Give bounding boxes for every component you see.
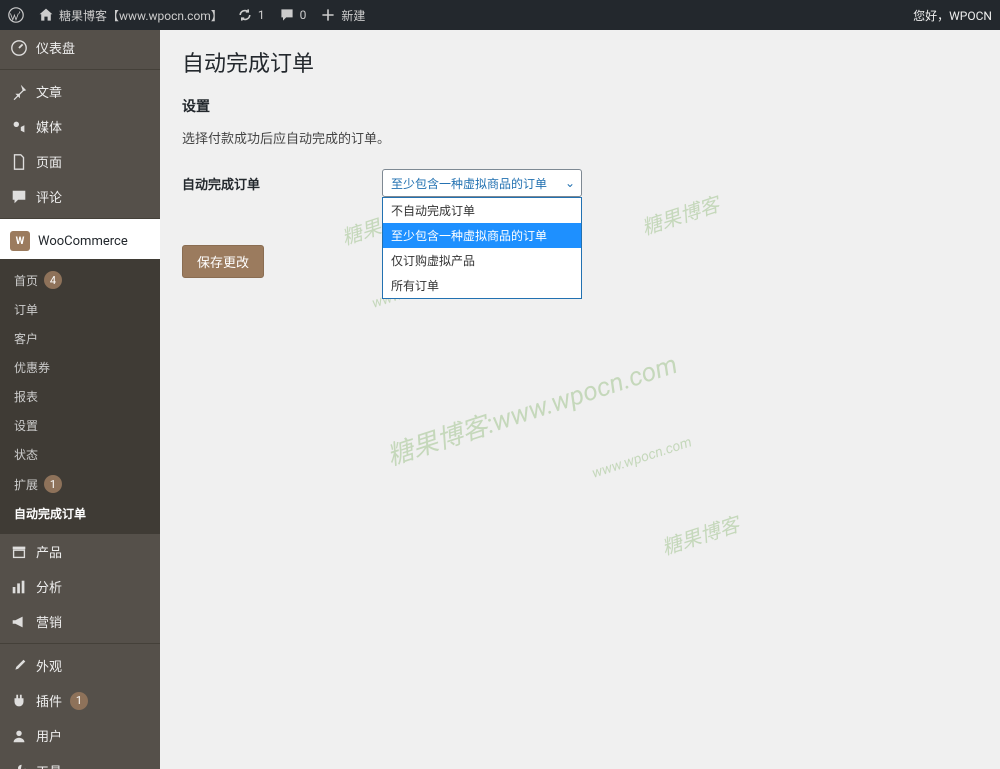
media-icon (10, 118, 28, 136)
plug-icon (10, 692, 28, 710)
comments-count: 0 (300, 8, 307, 22)
submenu-coupons[interactable]: 优惠券 (0, 353, 160, 382)
badge: 1 (70, 692, 88, 710)
watermark: 糖果博客 (657, 508, 742, 560)
menu-label: 插件 (36, 691, 62, 710)
wp-logo[interactable] (8, 7, 24, 23)
option-all[interactable]: 所有订单 (383, 273, 581, 298)
menu-comments[interactable]: 评论 (0, 179, 160, 214)
description: 选择付款成功后应自动完成的订单。 (182, 128, 978, 147)
comment-icon (279, 7, 295, 23)
option-virtual-only[interactable]: 仅订购虚拟产品 (383, 248, 581, 273)
menu-label: 分析 (36, 577, 62, 596)
menu-plugins[interactable]: 插件 1 (0, 683, 160, 718)
menu-woocommerce[interactable]: W WooCommerce (0, 218, 160, 259)
adminbar-left: 糖果博客【www.wpocn.com】 1 0 新建 (8, 7, 365, 24)
select-wrapper: 至少包含一种虚拟商品的订单 ⌄ 不自动完成订单 至少包含一种虚拟商品的订单 仅订… (382, 169, 582, 197)
submenu-home[interactable]: 首页 4 (0, 265, 160, 295)
submenu-customers[interactable]: 客户 (0, 324, 160, 353)
dashboard-icon (10, 39, 28, 57)
menu-pages[interactable]: 页面 (0, 144, 160, 179)
updates-count: 1 (258, 8, 265, 22)
section-title: 设置 (182, 96, 978, 116)
menu-label: 用户 (36, 726, 62, 745)
pin-icon (10, 83, 28, 101)
site-link[interactable]: 糖果博客【www.wpocn.com】 (38, 7, 223, 24)
menu-appearance[interactable]: 外观 (0, 643, 160, 683)
menu-users[interactable]: 用户 (0, 718, 160, 753)
menu-label: 产品 (36, 542, 62, 561)
page-title: 自动完成订单 (182, 46, 978, 78)
main-content: 自动完成订单 设置 选择付款成功后应自动完成的订单。 自动完成订单 至少包含一种… (160, 30, 1000, 769)
woocommerce-submenu: 首页 4 订单 客户 优惠券 报表 设置 状态 扩展 1 自动完成订单 (0, 259, 160, 534)
submenu-settings[interactable]: 设置 (0, 411, 160, 440)
option-none[interactable]: 不自动完成订单 (383, 198, 581, 223)
select-dropdown: 不自动完成订单 至少包含一种虚拟商品的订单 仅订购虚拟产品 所有订单 (382, 197, 582, 299)
select-value: 至少包含一种虚拟商品的订单 (391, 175, 547, 192)
option-virtual-any[interactable]: 至少包含一种虚拟商品的订单 (383, 223, 581, 248)
chart-icon (10, 578, 28, 596)
badge: 1 (44, 475, 62, 493)
watermark: 糖果博客:www.wpocn.com (382, 344, 682, 473)
wrench-icon (10, 762, 28, 769)
menu-products[interactable]: 产品 (0, 534, 160, 569)
menu-label: WooCommerce (38, 234, 128, 249)
menu-label: 仪表盘 (36, 38, 75, 57)
updates-link[interactable]: 1 (237, 7, 265, 23)
watermark: www.wpocn.com (590, 434, 694, 481)
comment-icon (10, 188, 28, 206)
user-greeting[interactable]: 您好，WPOCN (913, 7, 992, 24)
comments-link[interactable]: 0 (279, 7, 307, 23)
submenu-status[interactable]: 状态 (0, 440, 160, 469)
new-content-link[interactable]: 新建 (320, 7, 365, 24)
woocommerce-icon: W (10, 231, 30, 251)
submenu-extensions[interactable]: 扩展 1 (0, 469, 160, 499)
field-label: 自动完成订单 (182, 169, 362, 193)
menu-marketing[interactable]: 营销 (0, 604, 160, 639)
admin-toolbar: 糖果博客【www.wpocn.com】 1 0 新建 您好，WPOCN (0, 0, 1000, 30)
menu-posts[interactable]: 文章 (0, 69, 160, 109)
page-icon (10, 153, 28, 171)
refresh-icon (237, 7, 253, 23)
menu-label: 营销 (36, 612, 62, 631)
megaphone-icon (10, 613, 28, 631)
menu-label: 媒体 (36, 117, 62, 136)
menu-label: 外观 (36, 656, 62, 675)
archive-icon (10, 543, 28, 561)
submenu-autocomplete[interactable]: 自动完成订单 (0, 499, 160, 528)
chevron-down-icon: ⌄ (565, 176, 575, 190)
form-row-autocomplete: 自动完成订单 至少包含一种虚拟商品的订单 ⌄ 不自动完成订单 至少包含一种虚拟商… (182, 169, 978, 197)
badge: 4 (44, 271, 62, 289)
menu-tools[interactable]: 工具 (0, 753, 160, 769)
menu-label: 评论 (36, 187, 62, 206)
autocomplete-select[interactable]: 至少包含一种虚拟商品的订单 ⌄ (382, 169, 582, 197)
menu-label: 页面 (36, 152, 62, 171)
admin-sidebar: 仪表盘 文章 媒体 页面 评论 W WooCommerce 首页 4 订单 (0, 30, 160, 769)
menu-dashboard[interactable]: 仪表盘 (0, 30, 160, 65)
submenu-reports[interactable]: 报表 (0, 382, 160, 411)
menu-analytics[interactable]: 分析 (0, 569, 160, 604)
home-icon (38, 7, 54, 23)
menu-media[interactable]: 媒体 (0, 109, 160, 144)
menu-label: 文章 (36, 82, 62, 101)
submenu-label: 首页 (14, 272, 38, 289)
wordpress-icon (8, 7, 24, 23)
user-icon (10, 727, 28, 745)
submenu-orders[interactable]: 订单 (0, 295, 160, 324)
brush-icon (10, 657, 28, 675)
submenu-label: 扩展 (14, 476, 38, 493)
menu-label: 工具 (36, 761, 62, 769)
plus-icon (320, 7, 336, 23)
site-title: 糖果博客【www.wpocn.com】 (59, 7, 223, 24)
save-button[interactable]: 保存更改 (182, 245, 264, 278)
new-label: 新建 (341, 7, 365, 24)
